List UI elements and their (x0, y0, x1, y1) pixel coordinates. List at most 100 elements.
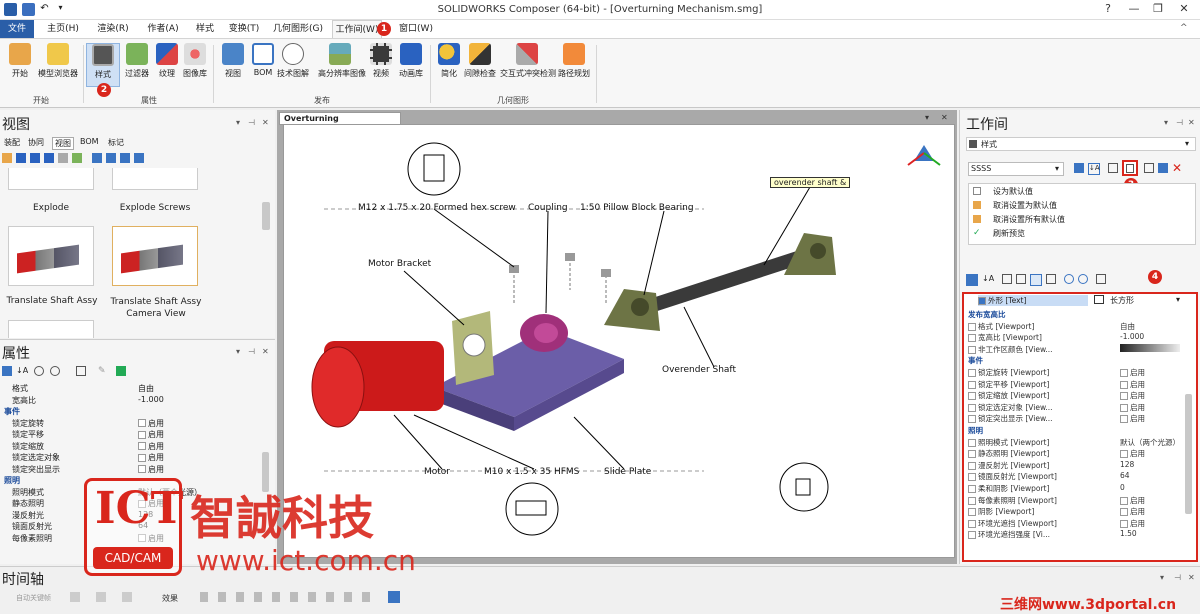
panel-close-icon[interactable]: ✕ (1188, 573, 1195, 582)
pin-icon[interactable]: ⊣ (1176, 118, 1183, 127)
checkbox[interactable] (968, 368, 976, 377)
sort-az-icon[interactable]: ↓A (982, 274, 994, 283)
prop-icon[interactable] (1016, 274, 1026, 284)
subtab-bom[interactable]: BOM (80, 137, 99, 146)
start-button[interactable]: 开始 (3, 43, 37, 87)
property-value[interactable]: 启用 (138, 441, 164, 452)
prop-icon[interactable] (1030, 274, 1042, 286)
restore-icon[interactable]: ❐ (1150, 2, 1166, 16)
duplicate-style-icon[interactable] (1144, 163, 1154, 173)
reset-icon[interactable] (34, 366, 44, 376)
export-icon[interactable] (116, 366, 126, 376)
checkbox[interactable] (1120, 368, 1128, 377)
checkbox[interactable] (1120, 519, 1128, 528)
style-property-row[interactable]: 非工作区颜色 [View... (968, 343, 1182, 356)
timeline-tool-icon[interactable] (122, 592, 132, 602)
callout-label[interactable]: Overender Shaft (662, 365, 736, 375)
checkbox[interactable] (1120, 496, 1128, 505)
property-value[interactable]: -1.000 (1120, 332, 1144, 341)
style-property-row[interactable]: 每像素照明 [Viewport] 启用 (968, 495, 1182, 507)
style-property-row[interactable]: 漫反射光 [Viewport] 128 (968, 460, 1182, 472)
checkbox[interactable] (968, 531, 976, 540)
view-thumb-partial[interactable] (8, 320, 94, 338)
property-value[interactable]: 启用 (138, 429, 164, 440)
property-row[interactable]: 锁定平移 启用 (12, 429, 262, 441)
copy-view-icon[interactable] (58, 153, 68, 163)
property-value[interactable]: 自由 (138, 383, 154, 394)
clearance-check-button[interactable]: 间隙检查 (462, 43, 498, 87)
new-style-button[interactable] (1122, 160, 1138, 176)
video-button[interactable]: 视频 (364, 43, 398, 87)
pin-icon[interactable]: ⊣ (248, 118, 255, 127)
callout-label[interactable]: Motor (424, 467, 450, 477)
checkbox[interactable] (968, 484, 976, 493)
sort-icon[interactable]: ↓A (1088, 163, 1100, 175)
property-value[interactable]: 启用 (138, 452, 164, 463)
style-property-row[interactable]: 锁定突出显示 [View... 启用 (968, 413, 1182, 425)
style-property-row[interactable]: 镜面反射光 [Viewport] 64 (968, 471, 1182, 483)
panel-close-icon[interactable]: ✕ (262, 347, 269, 356)
categorized-icon[interactable] (966, 274, 978, 286)
style-props-scrollbar[interactable] (1185, 394, 1192, 514)
apply-icon[interactable] (76, 366, 86, 376)
refresh-icon[interactable] (50, 366, 60, 376)
style-property-row[interactable]: 环境光遮挡 [Viewport] 启用 (968, 518, 1182, 530)
tab-file[interactable]: 文件 (0, 20, 34, 38)
style-property-row[interactable]: 静态照明 [Viewport] 启用 (968, 448, 1182, 460)
property-row[interactable]: 锁定缩放 启用 (12, 441, 262, 453)
prop-icon[interactable] (1002, 274, 1012, 284)
doc-menu-icon[interactable]: ▾ (925, 113, 929, 122)
view-person-icon[interactable] (106, 153, 116, 163)
delete-style-icon[interactable]: ✕ (1172, 161, 1182, 175)
pin-icon[interactable]: ⊣ (1174, 573, 1181, 582)
update-view-icon[interactable] (30, 153, 40, 163)
pin-icon[interactable]: ⊣ (248, 347, 255, 356)
view-thumb-partial[interactable] (8, 168, 94, 190)
delete-view-icon[interactable] (44, 153, 54, 163)
categorized-icon[interactable] (2, 366, 12, 376)
checkbox[interactable] (1120, 415, 1128, 424)
tab-workshops[interactable]: 工作间(W) (332, 20, 382, 38)
effects-menu[interactable]: 效果 (162, 593, 178, 604)
property-value[interactable] (1120, 343, 1180, 354)
copy-style-icon[interactable] (1108, 163, 1118, 173)
panel-menu-icon[interactable]: ▾ (236, 347, 240, 356)
timeline-settings-icon[interactable] (388, 591, 400, 603)
checkbox[interactable] (968, 415, 976, 424)
chevron-down-icon[interactable]: ▾ (1176, 295, 1180, 304)
checkbox[interactable] (968, 438, 976, 447)
style-property-row[interactable]: 锁定缩放 [Viewport] 启用 (968, 390, 1182, 402)
viewport-canvas[interactable]: M12 x 1.75 x 20 Formed hex screw Couplin… (283, 124, 955, 558)
subtab-collab[interactable]: 协同 (28, 137, 44, 148)
property-row[interactable]: 锁定旋转 启用 (12, 418, 262, 430)
checkbox[interactable] (968, 450, 976, 459)
pick-icon[interactable]: ✎ (98, 366, 106, 376)
property-value[interactable]: 启用 (1120, 506, 1145, 517)
property-value[interactable]: 启用 (1120, 402, 1145, 413)
new-view-icon[interactable] (2, 153, 12, 163)
property-value[interactable]: 自由 (1120, 321, 1135, 332)
panel-menu-icon[interactable]: ▾ (1164, 118, 1168, 127)
property-value[interactable]: 启用 (138, 464, 164, 475)
panel-close-icon[interactable]: ✕ (1188, 118, 1195, 127)
path-planning-button[interactable]: 路径规划 (556, 43, 592, 87)
property-value[interactable]: 64 (1120, 471, 1130, 480)
callout-label[interactable]: M10 x 1.5 x 35 HFMS (484, 467, 579, 477)
checkbox[interactable] (968, 334, 976, 343)
sort-az-icon[interactable]: ↓A (16, 366, 28, 375)
model-browser-button[interactable]: 模型浏览器 (37, 43, 79, 87)
annotation-tooltip[interactable]: overender shaft & (770, 177, 851, 188)
style-property-row[interactable]: 环境光遮挡强度 [Vi... 1.50 (968, 529, 1182, 541)
view-person-icon[interactable] (120, 153, 130, 163)
checkbox[interactable] (138, 453, 146, 462)
callout-label[interactable]: Slide Plate (604, 467, 651, 477)
refresh-icon[interactable] (1064, 274, 1074, 284)
tab-style[interactable]: 样式 (190, 20, 220, 38)
checkbox[interactable] (968, 322, 976, 331)
checkbox[interactable] (968, 403, 976, 412)
style-property-row[interactable]: 阴影 [Viewport] 启用 (968, 506, 1182, 518)
view-person-icon[interactable] (134, 153, 144, 163)
tab-render[interactable]: 渲染(R) (90, 20, 136, 38)
style-property-row[interactable]: 锁定平移 [Viewport] 启用 (968, 379, 1182, 391)
checkbox[interactable] (968, 345, 976, 354)
